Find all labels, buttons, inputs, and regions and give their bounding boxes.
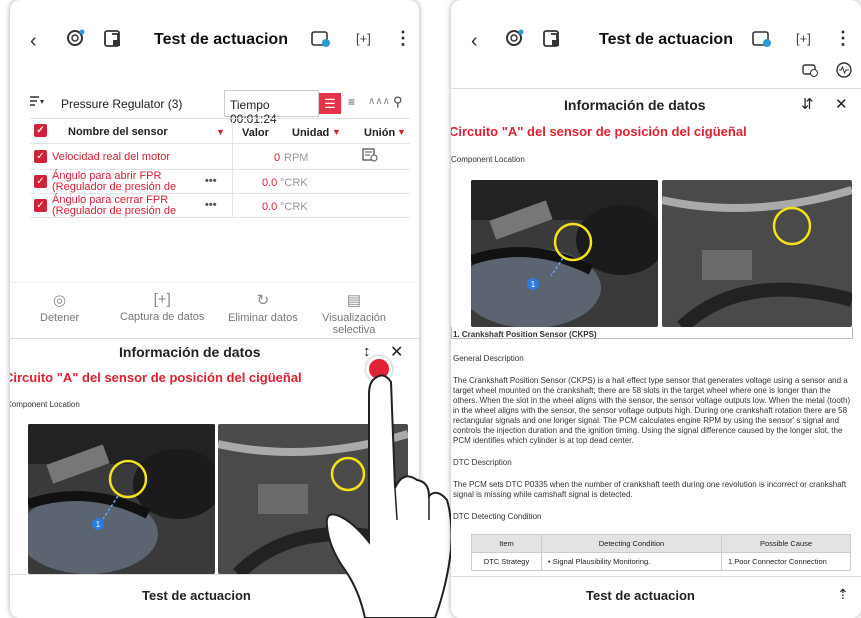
select-all-checkbox[interactable]: ✓	[34, 124, 47, 137]
back-icon[interactable]: ‹	[30, 30, 37, 53]
action-bar: ◎ Detener [+] Captura de datos ↻ Elimina…	[10, 282, 419, 340]
graph-view-icon[interactable]: ∧∧∧	[368, 96, 390, 107]
resize-icon[interactable]: ↕	[363, 343, 371, 360]
close-icon[interactable]: ✕	[390, 342, 403, 362]
general-description-text: The Crankshaft Position Sensor (CKPS) is…	[453, 376, 851, 445]
dtc-table-header: Item Detecting Condition Possible Cause	[471, 534, 851, 553]
delete-data-button[interactable]: ↻ Eliminar datos	[228, 291, 298, 324]
footer-title: Test de actuacion	[142, 588, 251, 603]
sensor-table: ✓ Nombre del sensor ▼ Valor Unidad ▼ Uni…	[30, 118, 410, 218]
row-checkbox[interactable]: ✓	[34, 175, 47, 188]
top-bar: ‹ Test de actuacion [+] ⋮	[451, 0, 861, 75]
stop-icon: ◎	[53, 292, 67, 309]
svg-text:1: 1	[531, 280, 536, 289]
timer-display: Tiempo 00:01:24	[224, 90, 319, 126]
resize-icon[interactable]: ⇵	[801, 95, 814, 113]
info-subtitle: Circuito "A" del sensor de posición del …	[10, 370, 302, 385]
refresh-icon: ↻	[256, 292, 270, 309]
list-view-button[interactable]: ☰	[319, 93, 341, 114]
screen-title: Test de actuacion	[154, 31, 288, 48]
group-label: Pressure Regulator (3)	[61, 97, 183, 111]
stop-button[interactable]: ◎ Detener	[40, 291, 79, 324]
filter-icon[interactable]	[30, 96, 44, 111]
dtc-detecting-heading: DTC Detecting Condition	[453, 512, 542, 521]
col-union: Unión	[364, 127, 396, 139]
sort-icon[interactable]: ▼	[216, 127, 225, 137]
close-icon[interactable]: ✕	[835, 95, 848, 113]
dtc-description-heading: DTC Description	[453, 458, 512, 467]
capture-icon[interactable]: [+]	[356, 31, 371, 46]
table-row[interactable]: ✓ Ángulo para abrir FPR (Regulador de pr…	[30, 170, 410, 194]
hand-illustration	[325, 374, 453, 618]
col-unit: Unidad	[292, 127, 330, 139]
table-header: ✓ Nombre del sensor ▼ Valor Unidad ▼ Uni…	[30, 118, 410, 144]
screen-title: Test de actuacion	[599, 31, 733, 48]
export-icon[interactable]	[541, 27, 563, 54]
expand-icon[interactable]: ⇡	[837, 586, 849, 603]
svg-text:1: 1	[96, 520, 101, 529]
sensor-toolbar: Pressure Regulator (3) Tiempo 00:01:24 ☰…	[10, 90, 419, 126]
info-panel-title: Información de datos	[564, 97, 706, 113]
sensor-unit: RPM	[284, 152, 309, 164]
capture-icon[interactable]: [+]	[796, 31, 811, 46]
selective-view-icon: ▤	[346, 292, 362, 309]
more-dots-icon[interactable]: •••	[205, 175, 217, 187]
more-icon[interactable]: ⋮	[394, 28, 412, 49]
info-subtitle: Circuito "A" del sensor de posición del …	[451, 124, 747, 139]
more-icon[interactable]: ⋮	[834, 28, 852, 49]
sensor-value: 0	[274, 152, 281, 164]
more-dots-icon[interactable]: •••	[205, 199, 217, 211]
union-icon[interactable]	[362, 148, 378, 165]
gear-icon[interactable]	[64, 27, 86, 54]
dtc-table-row: DTC Strategy • Signal Plausibility Monit…	[471, 552, 851, 571]
right-screen: ‹ Test de actuacion [+] ⋮ Información de…	[451, 0, 861, 618]
table-row[interactable]: ✓ Ángulo para cerrar FPR (Regulador de p…	[30, 194, 410, 218]
sensor-name: Ángulo para cerrar FPR (Regulador de pre…	[52, 194, 177, 217]
table-row[interactable]: ✓ Velocidad real del motor 0 RPM	[30, 144, 410, 170]
dtc-table: Item Detecting Condition Possible Cause …	[471, 534, 851, 571]
back-icon[interactable]: ‹	[471, 30, 478, 53]
component-location-label: Component Location	[10, 400, 80, 409]
signal-icon[interactable]	[835, 62, 853, 83]
engine-photo: 1	[28, 424, 215, 574]
dtc-description-text: The PCM sets DTC P0335 when the number o…	[453, 480, 847, 499]
selective-view-button[interactable]: ▤ Visualización selectiva	[322, 291, 386, 336]
info-panel-title: Información de datos	[119, 344, 261, 360]
sensor-unit: °CRK	[280, 201, 308, 213]
row-checkbox[interactable]: ✓	[34, 150, 47, 163]
sensor-unit: °CRK	[280, 177, 308, 189]
sensor-name: Ángulo para abrir FPR (Regulador de pres…	[52, 170, 177, 193]
search-icon[interactable]: ⚲	[393, 94, 403, 110]
gear-icon[interactable]	[503, 27, 525, 54]
engine-photo: 1	[471, 180, 658, 327]
car-check-icon[interactable]	[801, 62, 819, 83]
sensor-name: Velocidad real del motor	[52, 151, 171, 163]
engine-photo	[662, 180, 852, 327]
row-checkbox[interactable]: ✓	[34, 199, 47, 212]
general-description-heading: General Description	[453, 354, 524, 363]
footer-title: Test de actuacion	[586, 588, 695, 603]
col-sensor-name: Nombre del sensor	[68, 126, 168, 138]
capture-icon: [+]	[153, 291, 171, 308]
capture-data-button[interactable]: [+] Captura de datos	[120, 291, 204, 323]
obd-icon[interactable]	[310, 27, 332, 54]
sensor-value: 0.0	[262, 201, 278, 213]
col-value: Valor	[242, 127, 269, 139]
export-icon[interactable]	[102, 27, 124, 54]
sensor-value: 0.0	[262, 177, 278, 189]
photo-caption: 1. Crankshaft Position Sensor (CKPS)	[453, 330, 597, 339]
component-location-label: Component Location	[451, 155, 525, 164]
obd-icon[interactable]	[751, 27, 773, 54]
text-view-icon[interactable]: ≡	[348, 95, 355, 109]
top-bar: ‹ Test de actuacion [+] ⋮	[10, 0, 419, 75]
